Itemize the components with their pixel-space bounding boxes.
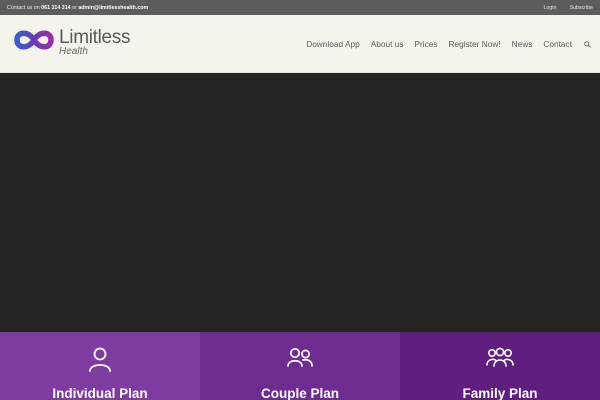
user-icon [88,346,112,377]
nav-prices[interactable]: Prices [414,39,437,49]
contact-prefix: Contact us on [7,4,40,11]
logo-name: Limitless [59,27,131,48]
contact-email[interactable]: admin@limitlesshealth.com [78,5,148,11]
logo-text: Limitless Health [59,27,131,57]
plan-couple[interactable]: Couple Plan [200,332,400,400]
login-link[interactable]: Login [543,5,556,11]
plan-title: Individual Plan [52,386,148,400]
plan-title: Couple Plan [260,386,339,400]
site-header: Limitless Health Download App About us P… [0,15,600,73]
infinity-logo-icon [14,30,54,50]
contact-or: or [72,4,77,11]
plans-row: Individual Plan Couple Plan Family Plan [0,332,600,400]
users-icon [287,346,313,373]
plan-individual[interactable]: Individual Plan [0,332,200,400]
logo-subtitle: Health [59,46,88,57]
search-icon[interactable] [583,40,592,49]
top-bar: Contact us on 061 314 314 or admin@limit… [0,0,600,15]
main-nav: Download App About us Prices Register No… [306,15,592,73]
nav-contact[interactable]: Contact [543,39,572,49]
top-links: Login Subscribe [543,5,593,11]
plan-title: Family Plan [462,386,538,400]
nav-news[interactable]: News [512,39,533,49]
subscribe-link[interactable]: Subscribe [569,5,593,11]
contact-info: Contact us on 061 314 314 or admin@limit… [7,5,148,11]
hero-banner [0,73,600,332]
site-logo[interactable]: Limitless Health [13,27,131,57]
family-icon [486,346,514,373]
plan-family[interactable]: Family Plan [400,332,600,400]
nav-about-us[interactable]: About us [371,39,404,49]
nav-download-app[interactable]: Download App [306,39,360,49]
contact-phone[interactable]: 061 314 314 [41,5,70,11]
nav-register-now[interactable]: Register Now! [449,39,501,49]
